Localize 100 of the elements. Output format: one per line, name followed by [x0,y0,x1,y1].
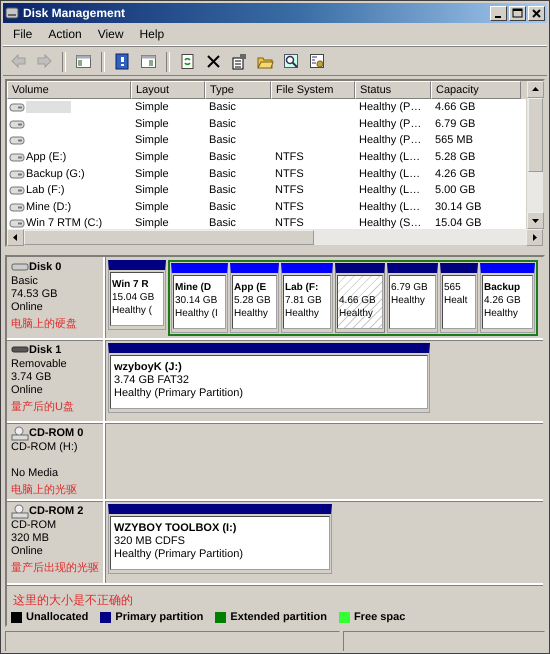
column-header[interactable]: Volume [7,81,131,99]
menu-item[interactable]: View [90,27,132,41]
table-cell: Basic [209,118,236,130]
table-cell: 5.00 GB [435,184,476,196]
partition-block[interactable]: Backup 4.26 GB Healthy [480,263,535,333]
partition-block[interactable]: WZYBOY TOOLBOX (I:) 320 MB CDFS Healthy (Primary Partition) [108,504,332,574]
legend-label: Primary partition [115,611,204,624]
table-cell: Healthy (P… [359,134,422,146]
drive-icon [9,168,25,180]
column-header[interactable]: Layout [131,81,205,99]
partition-block[interactable]: wzyboyK (J:) 3.74 GB FAT32 Healthy (Primary Partition) [108,343,430,414]
column-header[interactable]: Type [205,81,271,99]
annotation: 这里的大小是不正确的 [12,592,134,608]
partition-text: 4.26 GB [484,294,522,307]
partition-text: Lab (F: [285,281,320,294]
column-header[interactable]: File System [271,81,355,99]
scrollbar-thumb[interactable] [24,230,314,244]
column-header[interactable]: Capacity [431,81,521,99]
partition-text: 3.74 GB FAT32 [114,374,190,388]
disk-info: Online [11,545,44,558]
table-cell: Simple [135,200,169,213]
partition-block[interactable]: 565 Healt [440,263,478,333]
scroll-down-icon[interactable] [526,212,544,229]
delete-icon[interactable] [205,53,222,70]
table-cell: Mine (D:) [26,200,72,213]
partition-text: 4.66 GB [339,294,377,307]
drive-icon [9,184,25,196]
scroll-left-icon[interactable] [7,228,24,246]
table-cell: Healthy (L… [359,184,420,196]
scroll-up-icon[interactable] [526,81,544,98]
partition-text: App (E [234,281,268,294]
legend-label: Free spac [354,611,406,624]
partition-text: Healthy (Primary Partition) [114,387,244,400]
annotation: 量产后出现的光驱 [11,561,100,576]
partition-block[interactable]: 6.79 GB Healthy [387,263,438,333]
partition-text: Healthy [391,294,426,307]
table-cell: Simple [135,184,169,196]
legend-label: Unallocated [26,611,88,624]
partition-text: Backup [484,281,522,294]
drive-icon [9,134,25,146]
partition-text: 7.81 GB [285,294,323,307]
partition-block[interactable]: Lab (F: 7.81 GB Healthy [281,263,333,333]
partition-text: Healthy (Primary Partition) [114,548,244,562]
table-cell: Simple [135,217,169,229]
table-cell: App (E:) [26,151,66,164]
table-cell: Basic [209,168,236,180]
partition-text: wzyboyK (J:) [114,361,183,374]
partition-text: 5.28 GB [234,294,272,307]
partition-text: Healthy (I [175,307,219,320]
horizontal-scrollbar[interactable] [7,229,543,245]
refresh-icon[interactable] [179,53,196,70]
partition-block[interactable]: Win 7 R 15.04 GB Healthy ( [108,260,166,330]
table-cell: 4.66 GB [435,101,476,114]
disk-info: Online [11,384,44,398]
disk-info: Removable [11,358,68,372]
drive-icon [9,118,25,130]
table-cell: Healthy (P… [359,101,422,114]
disk-info: CD-ROM (H:) [11,440,79,454]
table-cell: Backup (G:) [26,168,85,180]
partition-text: 15.04 GB [112,291,156,304]
partition-text: 6.79 GB [391,281,429,294]
properties-icon[interactable] [231,53,248,70]
drive-icon [9,101,25,114]
partition-block[interactable]: Mine (D 30.14 GB Healthy (I [171,263,228,333]
table-cell: Simple [135,101,169,114]
disk-name: CD-ROM 2 [29,505,84,518]
table-cell: Simple [135,168,169,180]
disk-info: 74.53 GB [11,288,58,301]
table-cell: Simple [135,118,169,130]
settings-icon[interactable] [309,53,326,70]
partition-text: Healthy [234,307,269,320]
partition-text: 565 [444,281,462,294]
column-header[interactable]: Status [355,81,431,99]
table-cell: Basic [209,200,236,213]
disk-info: No Media [11,466,60,480]
table-cell: Healthy (S… [359,217,422,229]
drive-icon [9,200,25,213]
disk-info: 320 MB [11,532,50,546]
window-title: Disk Management [23,6,126,20]
disk-info: 3.74 GB [11,371,52,384]
help-icon[interactable] [114,53,131,70]
menu-item[interactable]: Help [132,27,172,41]
scrollbar-thumb[interactable] [528,98,542,172]
table-cell: 4.26 GB [435,168,476,180]
table-cell: 565 MB [435,134,473,146]
scroll-right-icon[interactable] [526,228,543,246]
vertical-scrollbar[interactable] [526,81,543,229]
table-cell: Basic [209,101,236,114]
search-icon[interactable] [283,53,300,70]
maximize-icon[interactable] [510,6,525,20]
menu-item[interactable]: File [5,27,40,41]
disk-name: Disk 0 [29,261,62,274]
partition-block[interactable]: 4.66 GB Healthy [335,263,385,333]
table-cell: 6.79 GB [435,118,476,130]
console-tree-icon[interactable] [75,53,92,70]
partition-text: Healthy [484,307,519,320]
partition-block[interactable]: App (E 5.28 GB Healthy [230,263,279,333]
pane-icon[interactable] [140,53,157,70]
disk-info: CD-ROM [11,519,58,532]
menu-item[interactable]: Action [40,27,90,41]
